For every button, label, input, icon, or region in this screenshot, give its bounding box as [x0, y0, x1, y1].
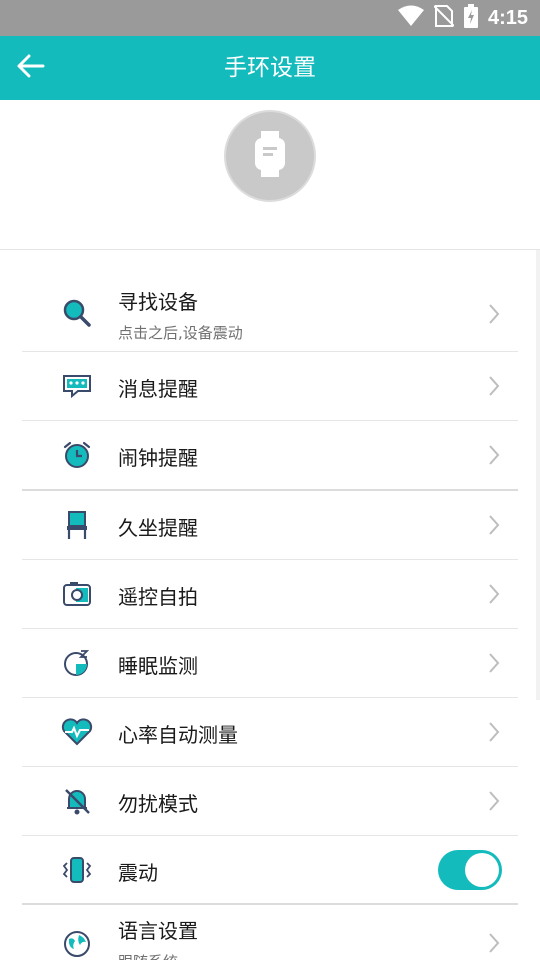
app-bar: 手环设置: [0, 36, 540, 100]
settings-item-label: 遥控自拍: [118, 585, 198, 609]
settings-item-find-device[interactable]: 寻找设备 点击之后,设备震动: [22, 266, 518, 352]
chevron-right-icon: [486, 651, 502, 675]
vibration-icon: [60, 853, 94, 887]
settings-item-remote-selfie[interactable]: 遥控自拍: [22, 560, 518, 629]
settings-item-alarm-reminder[interactable]: 闹钟提醒: [22, 421, 518, 490]
settings-item-sedentary-reminder[interactable]: 久坐提醒: [22, 491, 518, 560]
settings-item-message-reminder[interactable]: 消息提醒: [22, 352, 518, 421]
status-bar: 4:15: [0, 0, 540, 36]
battery-charging-icon: [463, 4, 478, 32]
settings-item-label: 语言设置: [118, 919, 198, 943]
settings-item-sleep-monitoring[interactable]: 睡眠监测: [22, 629, 518, 698]
settings-item-label: 心率自动测量: [118, 723, 238, 747]
bell-off-icon: [60, 784, 94, 818]
chevron-right-icon: [486, 302, 502, 326]
device-avatar: [224, 110, 316, 202]
device-header: [0, 100, 540, 250]
alarm-clock-icon: [60, 438, 94, 472]
settings-item-label: 寻找设备: [118, 290, 198, 314]
chevron-right-icon: [486, 931, 502, 955]
sleep-moon-icon: [60, 646, 94, 680]
wifi-icon: [397, 5, 424, 31]
settings-item-label: 睡眠监测: [118, 654, 198, 678]
globe-icon: [60, 927, 94, 960]
chevron-right-icon: [486, 789, 502, 813]
status-time: 4:15: [487, 6, 528, 29]
settings-item-label: 久坐提醒: [118, 516, 198, 540]
chair-icon: [60, 508, 94, 542]
settings-item-sub: 跟随系统: [118, 951, 178, 960]
settings-item-sub: 点击之后,设备震动: [118, 324, 243, 342]
toggle-knob: [465, 853, 499, 887]
settings-item-do-not-disturb[interactable]: 勿扰模式: [22, 767, 518, 836]
chevron-right-icon: [486, 443, 502, 467]
smartwatch-icon: [253, 131, 287, 181]
chevron-right-icon: [486, 374, 502, 398]
settings-item-label: 闹钟提醒: [118, 446, 198, 470]
back-button[interactable]: [12, 50, 50, 86]
page-title: 手环设置: [224, 55, 316, 81]
status-icons: 4:15: [397, 0, 528, 36]
settings-item-auto-heart-rate[interactable]: 心率自动测量: [22, 698, 518, 767]
settings-item-label: 消息提醒: [118, 377, 198, 401]
vibration-toggle[interactable]: [438, 850, 502, 890]
settings-item-vibration: 震动: [22, 836, 518, 905]
camera-icon: [60, 577, 94, 611]
message-icon: [60, 369, 94, 403]
magnifier-icon: [60, 296, 94, 330]
chevron-right-icon: [486, 513, 502, 537]
settings-item-label: 震动: [118, 861, 158, 885]
no-sim-icon: [433, 4, 455, 32]
settings-item-language[interactable]: 语言设置 跟随系统: [22, 905, 518, 960]
scroll-track: [536, 250, 540, 700]
settings-item-label: 勿扰模式: [118, 792, 198, 816]
arrow-left-icon: [17, 54, 45, 82]
heart-rate-icon: [60, 715, 94, 749]
chevron-right-icon: [486, 582, 502, 606]
chevron-right-icon: [486, 720, 502, 744]
